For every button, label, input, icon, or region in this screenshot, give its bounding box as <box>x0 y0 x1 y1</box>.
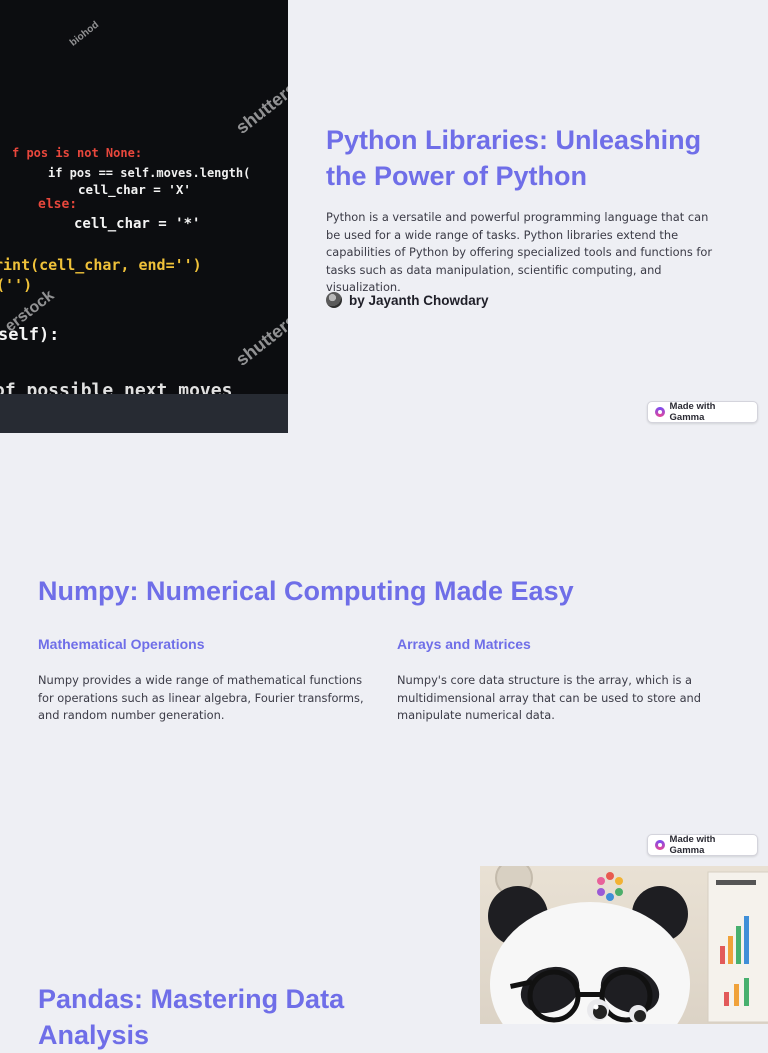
code-line: cell_char = '*' <box>74 216 201 232</box>
column-mathematical-operations: Mathematical Operations Numpy provides a… <box>38 634 378 725</box>
code-line: if pos == self.moves.length( <box>48 166 251 180</box>
made-with-gamma-badge[interactable]: Made with Gamma <box>647 401 758 423</box>
slide-description: Python is a versatile and powerful progr… <box>326 210 713 295</box>
column-heading: Arrays and Matrices <box>397 636 531 652</box>
watermark: biohod <box>68 19 102 49</box>
slide-python-libraries: f pos is not None: if pos == self.moves.… <box>0 0 768 433</box>
watermark: shutterst <box>232 306 288 370</box>
gamma-logo-icon <box>655 840 665 850</box>
slide-title: Pandas: Mastering Data Analysis <box>38 984 345 1050</box>
column-arrays-and-matrices: Arrays and Matrices Numpy's core data st… <box>397 634 717 725</box>
avatar <box>326 292 342 308</box>
panda-illustration-image <box>480 866 768 1024</box>
badge-label: Made with Gamma <box>669 834 716 856</box>
made-with-gamma-badge[interactable]: Made with Gamma <box>647 834 758 856</box>
column-text: Numpy's core data structure is the array… <box>397 673 701 723</box>
gamma-logo-icon <box>655 407 665 417</box>
column-heading: Mathematical Operations <box>38 636 205 652</box>
code-line: else: <box>38 197 78 212</box>
slide-title: Python Libraries: Unleashing the Power o… <box>326 125 702 191</box>
code-line: rint(cell_char, end='') <box>0 256 202 274</box>
column-text: Numpy provides a wide range of mathemati… <box>38 673 364 723</box>
author-name: by Jayanth Chowdary <box>349 292 489 308</box>
code-line: ('') <box>0 276 33 294</box>
code-screenshot-image: f pos is not None: if pos == self.moves.… <box>0 0 288 433</box>
badge-label: Made with Gamma <box>669 401 716 423</box>
code-line: cell_char = 'X' <box>78 182 191 197</box>
author-line: by Jayanth Chowdary <box>326 292 489 308</box>
panda-illustration <box>488 866 768 1024</box>
watermark: shutterstock <box>232 55 288 138</box>
image-bottom-band <box>0 394 288 433</box>
slide-title: Numpy: Numerical Computing Made Easy <box>38 576 574 606</box>
code-line: f pos is not None: <box>12 146 143 160</box>
